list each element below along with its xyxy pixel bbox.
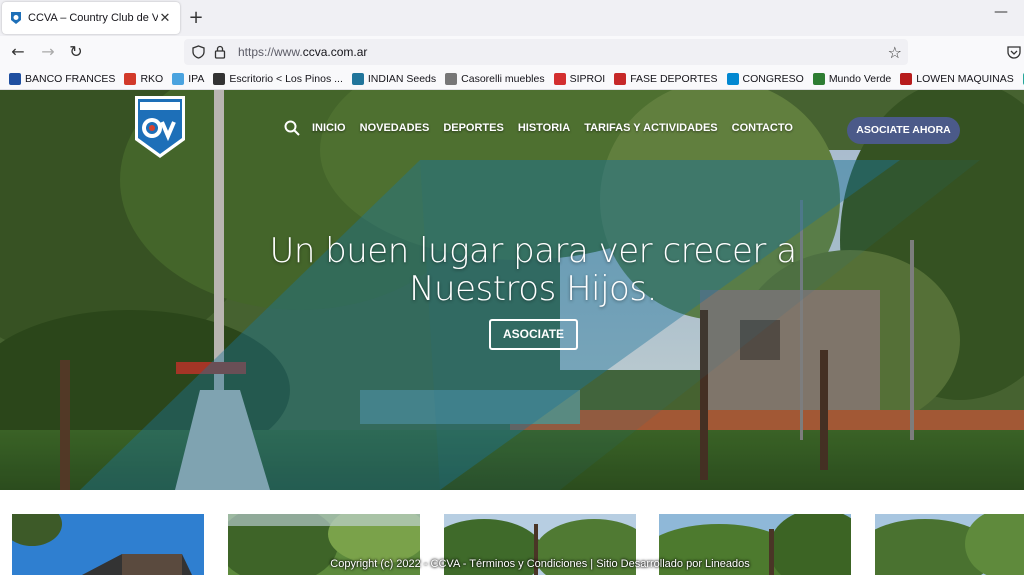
menu-item-novedades[interactable]: NOVEDADES xyxy=(360,122,430,134)
bookmark-label: RKO xyxy=(140,72,164,85)
bookmark-favicon-icon xyxy=(553,72,566,85)
bookmark-favicon-icon xyxy=(445,72,458,85)
forward-icon[interactable]: → xyxy=(38,42,58,62)
shield-icon[interactable] xyxy=(190,44,206,60)
bookmark-label: Casorelli muebles xyxy=(461,72,545,85)
url-prefix: https://www. xyxy=(238,45,303,59)
bookmark-star-icon[interactable]: ☆ xyxy=(888,43,902,62)
bookmark-item[interactable]: LOWEN MAQUINAS xyxy=(900,72,1014,85)
browser-tab[interactable]: CCVA – Country Club de Valentín Alsina ✕ xyxy=(2,2,180,34)
bookmark-label: SIPROI xyxy=(569,72,606,85)
close-tab-icon[interactable]: ✕ xyxy=(158,11,172,26)
nav-bar: ← → ↻ https://www.ccva.com.ar ☆ xyxy=(0,36,1024,68)
bookmark-favicon-icon xyxy=(726,72,739,85)
tab-strip: CCVA – Country Club de Valentín Alsina ✕… xyxy=(0,0,1024,36)
menu-item-historia[interactable]: HISTORIA xyxy=(518,122,570,134)
address-bar[interactable]: https://www.ccva.com.ar ☆ xyxy=(184,39,908,65)
bookmark-label: INDIAN Seeds xyxy=(367,72,437,85)
pocket-icon[interactable] xyxy=(1006,44,1022,60)
bookmark-favicon-icon xyxy=(172,72,185,85)
bookmark-label: IPA xyxy=(188,72,205,85)
ccva-logo[interactable] xyxy=(134,94,186,160)
bookmark-item[interactable]: CONGRESO xyxy=(726,72,804,85)
bookmark-favicon-icon xyxy=(351,72,364,85)
bookmark-item[interactable]: BANCO FRANCES xyxy=(9,72,116,85)
reload-icon[interactable]: ↻ xyxy=(66,42,86,62)
bookmark-favicon-icon xyxy=(900,72,913,85)
bookmark-label: FASE DEPORTES xyxy=(630,72,718,85)
minimize-icon[interactable]: — xyxy=(994,4,1008,20)
bookmark-favicon-icon xyxy=(124,72,137,85)
headline-line-1: Un buen lugar para ver crecer a xyxy=(269,231,797,271)
bookmark-label: Mundo Verde xyxy=(828,72,892,85)
bookmark-label: CONGRESO xyxy=(742,72,804,85)
bookmark-favicon-icon xyxy=(614,72,627,85)
search-icon[interactable] xyxy=(284,120,300,136)
bookmark-favicon-icon xyxy=(9,72,21,85)
bookmark-label: LOWEN MAQUINAS xyxy=(916,72,1014,85)
lock-icon[interactable] xyxy=(212,44,228,60)
bookmark-label: BANCO FRANCES xyxy=(25,72,116,85)
main-menu: INICIO NOVEDADES DEPORTES HISTORIA TARIF… xyxy=(284,120,807,136)
bookmark-favicon-icon xyxy=(213,72,226,85)
bookmark-item[interactable]: INDIAN Seeds xyxy=(351,72,437,85)
bookmark-label: Escritorio < Los Pinos ... xyxy=(229,72,343,85)
bookmark-item[interactable]: RKO xyxy=(124,72,164,85)
back-icon[interactable]: ← xyxy=(8,42,28,62)
join-cta-button[interactable]: ASOCIATE xyxy=(489,319,578,350)
hero-headline: Un buen lugar para ver crecer a Nuestros… xyxy=(233,232,833,308)
bookmark-item[interactable]: FASE DEPORTES xyxy=(614,72,718,85)
url-domain: ccva.com.ar xyxy=(302,45,368,59)
bookmarks-bar: BANCO FRANCES RKO IPA Escritorio < Los Pino… xyxy=(0,68,1024,90)
tab-title: CCVA – Country Club de Valentín Alsina xyxy=(28,12,158,24)
menu-item-tarifas[interactable]: TARIFAS Y ACTIVIDADES xyxy=(584,122,717,134)
ccva-favicon-icon xyxy=(11,12,21,24)
headline-line-2: Nuestros Hijos. xyxy=(409,269,657,309)
bookmark-item[interactable]: Casorelli muebles xyxy=(445,72,545,85)
copyright-text: Copyright (c) 2022 - CCVA - Términos y C… xyxy=(330,558,750,570)
bookmark-favicon-icon xyxy=(812,72,825,85)
bookmark-item[interactable]: IPA xyxy=(172,72,205,85)
hero-section: INICIO NOVEDADES DEPORTES HISTORIA TARIF… xyxy=(0,90,1024,490)
bookmark-item[interactable]: Mundo Verde xyxy=(812,72,892,85)
menu-item-deportes[interactable]: DEPORTES xyxy=(443,122,504,134)
new-tab-icon[interactable]: + xyxy=(186,6,206,30)
menu-item-inicio[interactable]: INICIO xyxy=(312,122,346,134)
menu-item-contacto[interactable]: CONTACTO xyxy=(732,122,793,134)
url-text: https://www.ccva.com.ar xyxy=(238,45,367,59)
bookmark-item[interactable]: SIPROI xyxy=(553,72,606,85)
bookmark-item[interactable]: Escritorio < Los Pinos ... xyxy=(213,72,343,85)
join-now-button[interactable]: ASOCIATE AHORA xyxy=(847,117,960,144)
